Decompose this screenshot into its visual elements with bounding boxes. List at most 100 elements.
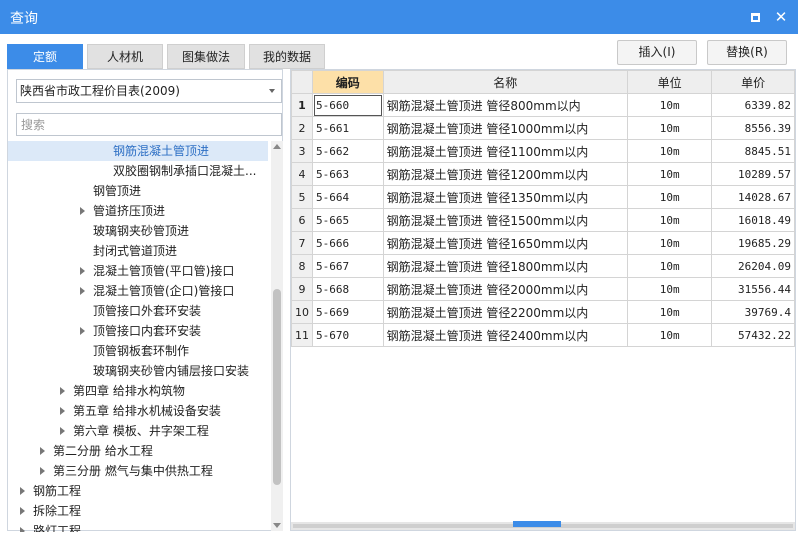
tree-item[interactable]: 第四章 给排水构筑物: [8, 381, 268, 401]
cell-name[interactable]: 钢筋混凝土管顶进 管径1650mm以内: [382, 231, 629, 255]
cell-unit[interactable]: 10m: [627, 185, 713, 209]
table-row[interactable]: 4 5-663 钢筋混凝土管顶进 管径1200mm以内 10m 10289.57: [291, 162, 795, 186]
horizontal-scrollbar[interactable]: [291, 521, 795, 530]
cell-price[interactable]: 19685.29: [711, 231, 795, 255]
cell-name[interactable]: 钢筋混凝土管顶进 管径2400mm以内: [382, 323, 629, 347]
table-row[interactable]: 2 5-661 钢筋混凝土管顶进 管径1000mm以内 10m 8556.39: [291, 116, 795, 140]
cell-name[interactable]: 钢筋混凝土管顶进 管径1500mm以内: [382, 208, 629, 232]
search-input[interactable]: [16, 113, 282, 136]
tree-item[interactable]: 拆除工程: [8, 501, 268, 521]
scroll-up-icon[interactable]: [273, 144, 281, 149]
cell-name[interactable]: 钢筋混凝土管顶进 管径2200mm以内: [382, 300, 629, 324]
expand-arrow-icon[interactable]: [40, 467, 45, 475]
cell-code[interactable]: 5-668: [312, 277, 384, 301]
tree-item[interactable]: 钢管顶进: [8, 181, 268, 201]
insert-button[interactable]: 插入(I): [617, 40, 697, 65]
scroll-down-icon[interactable]: [273, 523, 281, 528]
tree-item[interactable]: 顶管接口内套环安装: [8, 321, 268, 341]
splitter-grip-icon[interactable]: [513, 521, 561, 527]
table-row[interactable]: 5 5-664 钢筋混凝土管顶进 管径1350mm以内 10m 14028.67: [291, 185, 795, 209]
cell-unit[interactable]: 10m: [627, 300, 713, 324]
cell-price[interactable]: 6339.82: [711, 93, 795, 117]
scroll-thumb[interactable]: [273, 289, 281, 485]
cell-unit[interactable]: 10m: [627, 208, 713, 232]
cell-name[interactable]: 钢筋混凝土管顶进 管径1350mm以内: [382, 185, 629, 209]
expand-arrow-icon[interactable]: [40, 447, 45, 455]
tree-item[interactable]: 钢筋工程: [8, 481, 268, 501]
cell-unit[interactable]: 10m: [627, 139, 713, 163]
tree-item[interactable]: 顶管接口外套环安装: [8, 301, 268, 321]
cell-unit[interactable]: 10m: [627, 116, 713, 140]
column-header-code[interactable]: 编码: [312, 70, 384, 94]
column-header-name[interactable]: 名称: [382, 70, 629, 94]
cell-code[interactable]: 5-664: [312, 185, 384, 209]
cell-unit[interactable]: 10m: [627, 323, 713, 347]
cell-price[interactable]: 8845.51: [711, 139, 795, 163]
expand-arrow-icon[interactable]: [60, 427, 65, 435]
cell-price[interactable]: 57432.22: [711, 323, 795, 347]
tree-item[interactable]: 玻璃钢夹砂管内铺层接口安装: [8, 361, 268, 381]
cell-code[interactable]: 5-670: [312, 323, 384, 347]
table-row[interactable]: 6 5-665 钢筋混凝土管顶进 管径1500mm以内 10m 16018.49: [291, 208, 795, 232]
close-icon[interactable]: ✕: [771, 7, 791, 27]
tab-my-data[interactable]: 我的数据: [249, 44, 325, 69]
cell-unit[interactable]: 10m: [627, 231, 713, 255]
tree-item[interactable]: 第五章 给排水机械设备安装: [8, 401, 268, 421]
cell-price[interactable]: 16018.49: [711, 208, 795, 232]
cell-name[interactable]: 钢筋混凝土管顶进 管径1000mm以内: [382, 116, 629, 140]
cell-name[interactable]: 钢筋混凝土管顶进 管径800mm以内: [382, 93, 629, 117]
cell-unit[interactable]: 10m: [627, 93, 713, 117]
cell-name[interactable]: 钢筋混凝土管顶进 管径1800mm以内: [382, 254, 629, 278]
tree-item[interactable]: 管道挤压顶进: [8, 201, 268, 221]
tab-tuji-zuofa[interactable]: 图集做法: [167, 44, 245, 69]
table-row[interactable]: 8 5-667 钢筋混凝土管顶进 管径1800mm以内 10m 26204.09: [291, 254, 795, 278]
cell-code[interactable]: 5-666: [312, 231, 384, 255]
expand-arrow-icon[interactable]: [20, 487, 25, 495]
cell-price[interactable]: 31556.44: [711, 277, 795, 301]
table-row[interactable]: 9 5-668 钢筋混凝土管顶进 管径2000mm以内 10m 31556.44: [291, 277, 795, 301]
table-row[interactable]: 10 5-669 钢筋混凝土管顶进 管径2200mm以内 10m 39769.4: [291, 300, 795, 324]
cell-name[interactable]: 钢筋混凝土管顶进 管径1200mm以内: [382, 162, 629, 186]
expand-arrow-icon[interactable]: [80, 327, 85, 335]
expand-arrow-icon[interactable]: [20, 527, 25, 532]
cell-code[interactable]: 5-662: [312, 139, 384, 163]
tree-item[interactable]: 混凝土管顶管(企口)管接口: [8, 281, 268, 301]
cell-name[interactable]: 钢筋混凝土管顶进 管径1100mm以内: [382, 139, 629, 163]
expand-arrow-icon[interactable]: [60, 407, 65, 415]
library-select[interactable]: 陕西省市政工程价目表(2009): [16, 79, 282, 103]
cell-price[interactable]: 8556.39: [711, 116, 795, 140]
expand-arrow-icon[interactable]: [80, 207, 85, 215]
expand-arrow-icon[interactable]: [80, 287, 85, 295]
tree-item[interactable]: 玻璃钢夹砂管顶进: [8, 221, 268, 241]
cell-code[interactable]: 5-661: [312, 116, 384, 140]
maximize-icon[interactable]: [745, 7, 765, 27]
replace-button[interactable]: 替换(R): [707, 40, 787, 65]
tree-item[interactable]: 封闭式管道顶进: [8, 241, 268, 261]
tree-item[interactable]: 第三分册 燃气与集中供热工程: [8, 461, 268, 481]
column-header-unit[interactable]: 单位: [627, 70, 713, 94]
table-row[interactable]: 3 5-662 钢筋混凝土管顶进 管径1100mm以内 10m 8845.51: [291, 139, 795, 163]
tree-item[interactable]: 钢筋混凝土管顶进: [8, 141, 268, 161]
table-row[interactable]: 1 5-660 钢筋混凝土管顶进 管径800mm以内 10m 6339.82: [291, 93, 795, 117]
expand-arrow-icon[interactable]: [60, 387, 65, 395]
tree-item[interactable]: 顶管钢板套环制作: [8, 341, 268, 361]
cell-unit[interactable]: 10m: [627, 277, 713, 301]
cell-unit[interactable]: 10m: [627, 254, 713, 278]
cell-code[interactable]: 5-665: [312, 208, 384, 232]
cell-name[interactable]: 钢筋混凝土管顶进 管径2000mm以内: [382, 277, 629, 301]
tree-item[interactable]: 第六章 模板、井字架工程: [8, 421, 268, 441]
table-row[interactable]: 7 5-666 钢筋混凝土管顶进 管径1650mm以内 10m 19685.29: [291, 231, 795, 255]
cell-code[interactable]: 5-669: [312, 300, 384, 324]
tab-dinge[interactable]: 定额: [7, 44, 83, 69]
expand-arrow-icon[interactable]: [20, 507, 25, 515]
tree-item[interactable]: 双胶圈钢制承插口混凝土...: [8, 161, 268, 181]
cell-price[interactable]: 39769.4: [711, 300, 795, 324]
tab-rencaiji[interactable]: 人材机: [87, 44, 163, 69]
column-header-price[interactable]: 单价: [711, 70, 795, 94]
expand-arrow-icon[interactable]: [80, 267, 85, 275]
table-row[interactable]: 11 5-670 钢筋混凝土管顶进 管径2400mm以内 10m 57432.22: [291, 323, 795, 347]
cell-code[interactable]: 5-663: [312, 162, 384, 186]
cell-code[interactable]: 5-660: [312, 93, 384, 117]
tree-item[interactable]: 混凝土管顶管(平口管)接口: [8, 261, 268, 281]
cell-unit[interactable]: 10m: [627, 162, 713, 186]
